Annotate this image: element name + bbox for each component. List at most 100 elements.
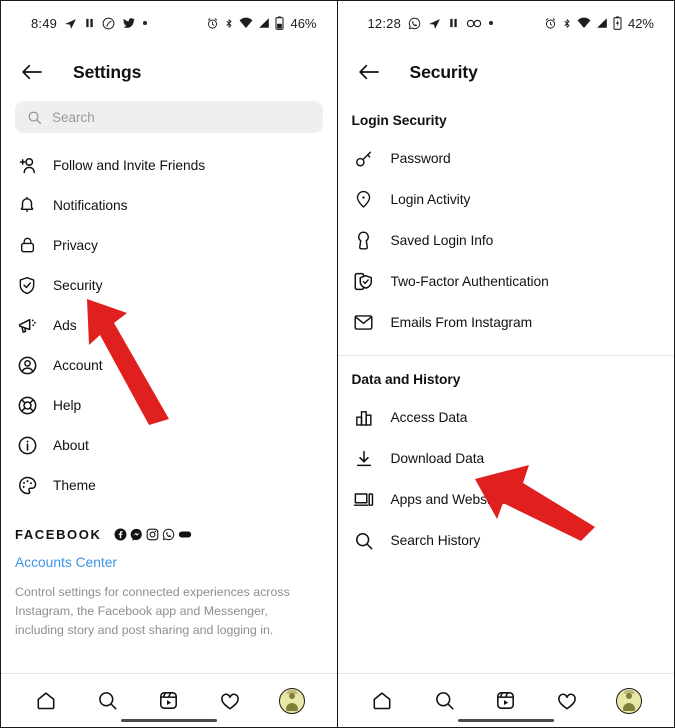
facebook-block: FACEBOOK Accounts Center Control setting… — [1, 505, 337, 640]
security-item-download-data[interactable]: Download Data — [338, 438, 675, 479]
security-item-saved-login-info[interactable]: Saved Login Info — [338, 220, 675, 261]
security-item-label: Two-Factor Authentication — [390, 274, 549, 289]
palette-icon — [15, 473, 39, 497]
status-bar-left-group: 8:49 — [15, 16, 147, 31]
page-title: Settings — [73, 61, 142, 82]
security-item-label: Apps and Websites — [390, 492, 509, 507]
download-icon — [352, 447, 376, 471]
more-dot-icon — [143, 21, 147, 25]
sidebar-item-follow-and-invite-friends[interactable]: Follow and Invite Friends — [1, 145, 337, 185]
avatar-body — [285, 702, 298, 711]
nav-item-activity[interactable] — [548, 682, 586, 720]
lock-icon — [15, 233, 39, 257]
nav-item-profile[interactable] — [610, 682, 648, 720]
telegram-icon — [64, 17, 77, 30]
right-spacer — [338, 561, 675, 673]
two-factor-icon — [352, 270, 376, 294]
section-title: Data and History — [351, 372, 461, 387]
key-icon — [352, 147, 376, 171]
facebook-brand-row: FACEBOOK — [15, 527, 323, 542]
status-time: 8:49 — [31, 15, 58, 31]
nav-item-activity[interactable] — [211, 682, 249, 720]
settings-panel: 8:49 46% Settings Search Follow and Invi… — [1, 1, 338, 727]
nav-item-search[interactable] — [88, 682, 126, 720]
sidebar-item-notifications[interactable]: Notifications — [1, 185, 337, 225]
bluetooth-icon — [224, 17, 234, 30]
security-item-two-factor-authentication[interactable]: Two-Factor Authentication — [338, 261, 675, 302]
security-item-label: Download Data — [390, 451, 485, 466]
sidebar-item-label: Security — [53, 277, 103, 293]
security-item-label: Search History — [390, 533, 481, 548]
sidebar-item-label: About — [53, 437, 89, 453]
alarm-icon — [544, 17, 557, 30]
sidebar-item-label: Theme — [53, 477, 96, 493]
accounts-center-link[interactable]: Accounts Center — [15, 555, 323, 570]
home-indicator — [457, 718, 554, 722]
info-circle-icon — [15, 433, 39, 457]
settings-header: Settings — [1, 45, 337, 99]
sidebar-item-account[interactable]: Account — [1, 345, 337, 385]
back-arrow-icon[interactable] — [352, 55, 386, 89]
security-item-apps-and-websites[interactable]: Apps and Websites — [338, 479, 675, 520]
pause-icon — [448, 17, 459, 29]
security-item-search-history[interactable]: Search History — [338, 520, 675, 561]
security-item-label: Login Activity — [390, 192, 471, 207]
whatsapp-icon — [162, 528, 175, 541]
wifi-icon — [239, 17, 253, 29]
battery-percent: 46% — [290, 15, 317, 31]
bottom-nav-right — [337, 673, 674, 727]
search-icon — [27, 110, 42, 125]
home-indicator — [120, 718, 217, 722]
bluetooth-icon — [562, 17, 572, 30]
sidebar-item-about[interactable]: About — [1, 425, 337, 465]
security-item-login-activity[interactable]: Login Activity — [338, 179, 675, 220]
avatar-body — [623, 702, 636, 711]
nav-item-home[interactable] — [363, 682, 401, 720]
security-item-access-data[interactable]: Access Data — [338, 397, 675, 438]
security-item-emails-from-instagram[interactable]: Emails From Instagram — [338, 302, 675, 343]
avatar — [278, 687, 305, 714]
sidebar-item-label: Privacy — [53, 237, 98, 253]
section-title: Login Security — [351, 113, 447, 128]
devices-icon — [352, 488, 376, 512]
battery-charging-icon — [613, 16, 622, 30]
sidebar-item-help[interactable]: Help — [1, 385, 337, 425]
facebook-description: Control settings for connected experienc… — [15, 585, 290, 637]
facebook-brand-icons — [114, 528, 192, 541]
facebook-brand-label: FACEBOOK — [15, 527, 102, 542]
telegram-icon — [428, 17, 441, 30]
back-arrow-icon[interactable] — [15, 55, 49, 89]
nav-item-reels[interactable] — [487, 682, 525, 720]
security-item-password[interactable]: Password — [338, 138, 675, 179]
sidebar-item-theme[interactable]: Theme — [1, 465, 337, 505]
data-and-history-section: Data and History Access Data Download Da… — [338, 358, 675, 561]
nav-item-profile[interactable] — [273, 682, 311, 720]
search-container: Search — [1, 99, 337, 133]
spotify-icon — [102, 17, 115, 30]
sidebar-item-security[interactable]: Security — [1, 265, 337, 305]
infinity-icon — [466, 18, 482, 29]
page-title: Security — [409, 61, 478, 82]
security-item-label: Emails From Instagram — [390, 315, 533, 330]
wifi-icon — [577, 17, 591, 29]
pin-icon — [352, 188, 376, 212]
status-bar-left: 8:49 46% — [1, 1, 337, 45]
nav-item-reels[interactable] — [150, 682, 188, 720]
signal-icon — [258, 17, 270, 29]
alarm-icon — [206, 17, 219, 30]
instagram-icon — [146, 528, 159, 541]
sidebar-item-ads[interactable]: Ads — [1, 305, 337, 345]
login-security-section: Login Security Password Login Activity S… — [338, 99, 675, 343]
security-panel: 12:28 42% Security Login Security Passwo… — [337, 1, 675, 727]
nav-item-search[interactable] — [425, 682, 463, 720]
status-bar-right-group: 46% — [206, 16, 322, 31]
security-header: Security — [338, 45, 675, 99]
nav-item-home[interactable] — [27, 682, 65, 720]
security-item-label: Password — [390, 151, 451, 166]
sidebar-item-privacy[interactable]: Privacy — [1, 225, 337, 265]
search-input[interactable]: Search — [15, 101, 323, 133]
status-time: 12:28 — [367, 15, 402, 31]
whatsapp-icon — [408, 17, 421, 30]
bottom-nav-left — [1, 673, 337, 727]
battery-icon — [275, 16, 284, 30]
